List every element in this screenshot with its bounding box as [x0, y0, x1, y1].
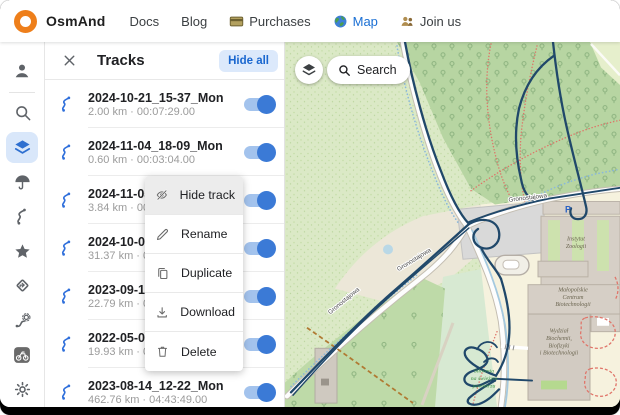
search-icon: [337, 63, 351, 77]
track-route-icon: [58, 287, 76, 305]
track-name: 2024-11-04_18-09_Mon: [88, 139, 236, 153]
menu-item-duplicate[interactable]: Duplicate: [145, 254, 243, 293]
nav-links: Docs Blog Purchases Map Join us: [130, 14, 462, 29]
menu-item-label: Download: [180, 305, 235, 319]
sidebar-item-search[interactable]: [4, 96, 40, 131]
menu-item-label: Hide track: [180, 188, 235, 202]
panel-title: Tracks: [97, 52, 219, 69]
layers-icon: [13, 138, 32, 157]
sidebar-item-plan-route[interactable]: [4, 303, 40, 338]
close-panel-button[interactable]: [55, 47, 83, 75]
track-details: 462.76 km · 04:43:49.00: [88, 394, 236, 406]
map-canvas[interactable]: Gronostajowa Gronostajowa Gronostajowa P…: [285, 42, 620, 407]
plan-route-icon: [13, 311, 32, 330]
nav-link-docs[interactable]: Docs: [130, 14, 160, 29]
sidebar-item-navigation[interactable]: [4, 269, 40, 304]
menu-item-delete[interactable]: Delete: [145, 332, 243, 371]
menu-item-label: Delete: [181, 345, 217, 359]
directions-icon: [13, 276, 32, 295]
duplicate-icon: [155, 266, 170, 281]
track-visibility-toggle[interactable]: [244, 194, 274, 207]
menu-item-download[interactable]: Download: [145, 293, 243, 332]
account-icon: [12, 61, 32, 81]
menu-item-hide-track[interactable]: Hide track: [145, 176, 243, 215]
umbrella-icon: [13, 173, 32, 192]
globe-icon: [333, 14, 348, 29]
track-route-icon: [58, 143, 76, 161]
track-route-icon: [58, 239, 76, 257]
route-icon: [13, 207, 32, 226]
sidebar-item-track-recording[interactable]: [4, 199, 40, 234]
nav-link-blog[interactable]: Blog: [181, 14, 207, 29]
osmand-logo-icon: [14, 10, 37, 33]
hide-all-button[interactable]: Hide all: [219, 50, 278, 72]
search-label: Search: [357, 63, 397, 77]
top-navbar: OsmAnd Docs Blog Purchases Map Join us: [0, 0, 620, 42]
brand-title: OsmAnd: [46, 13, 106, 29]
close-icon: [61, 52, 78, 69]
star-icon: [13, 242, 32, 261]
sidebar-item-favorites[interactable]: [4, 234, 40, 269]
map-render: Gronostajowa Gronostajowa Gronostajowa P…: [285, 42, 620, 407]
eye-off-icon: [155, 187, 169, 203]
travel-bike-icon: [12, 345, 32, 365]
track-row[interactable]: 2024-10-21_15-37_Mon2.00 km · 00:07:29.0…: [45, 80, 284, 128]
sidebar-item-account[interactable]: [4, 54, 40, 89]
track-visibility-toggle[interactable]: [244, 290, 274, 303]
menu-item-rename[interactable]: Rename: [145, 215, 243, 254]
track-name: 2024-10-21_15-37_Mon: [88, 91, 236, 105]
gear-icon: [13, 380, 32, 399]
sidebar-divider: [9, 92, 35, 93]
nav-link-map[interactable]: Map: [333, 14, 378, 29]
track-context-menu: Hide track Rename Duplicate Download Del…: [145, 176, 243, 371]
map-layers-button[interactable]: [295, 56, 323, 84]
track-visibility-toggle[interactable]: [244, 146, 274, 159]
sidebar-item-layers[interactable]: [6, 132, 38, 163]
poi-label-outdoor-gym: Siłowniana świeżympowietrzu: [471, 369, 498, 390]
menu-item-label: Rename: [181, 227, 227, 241]
track-route-icon: [58, 191, 76, 209]
track-name: 2023-08-14_12-22_Mon: [88, 379, 236, 393]
sidebar-item-travel[interactable]: [4, 338, 40, 373]
search-icon: [13, 103, 32, 122]
track-details: 2.00 km · 00:07:29.00: [88, 106, 236, 118]
nav-link-purchases[interactable]: Purchases: [229, 14, 310, 29]
track-route-icon: [58, 335, 76, 353]
track-visibility-toggle[interactable]: [244, 338, 274, 351]
track-visibility-toggle[interactable]: [244, 386, 274, 399]
left-sidebar: [0, 42, 45, 407]
parking-label: P: [565, 204, 571, 214]
download-icon: [155, 305, 169, 320]
osmand-web-app: OsmAnd Docs Blog Purchases Map Join us: [0, 0, 620, 407]
track-visibility-toggle[interactable]: [244, 98, 274, 111]
track-row[interactable]: 2024-11-04_18-09_Mon0.60 km · 00:03:04.0…: [45, 128, 284, 176]
track-route-icon: [58, 95, 76, 113]
browser-window: OsmAnd Docs Blog Purchases Map Join us: [0, 0, 620, 415]
layers-icon: [301, 62, 317, 78]
pencil-icon: [155, 227, 170, 242]
track-row[interactable]: 2023-08-14_12-22_Mon462.76 km · 04:43:49…: [45, 368, 284, 407]
tracks-panel-header: Tracks Hide all: [45, 42, 284, 80]
menu-item-label: Duplicate: [181, 266, 232, 280]
track-route-icon: [58, 383, 76, 401]
people-icon: [400, 14, 415, 29]
card-icon: [229, 14, 244, 29]
trash-icon: [155, 344, 170, 359]
sidebar-item-settings[interactable]: [4, 372, 40, 407]
sidebar-item-weather[interactable]: [4, 165, 40, 200]
nav-link-join-us[interactable]: Join us: [400, 14, 461, 29]
poi-label-zoology: InstytutZoologii: [566, 237, 587, 250]
track-details: 0.60 km · 00:03:04.00: [88, 154, 236, 166]
track-visibility-toggle[interactable]: [244, 242, 274, 255]
map-search-button[interactable]: Search: [327, 56, 410, 84]
